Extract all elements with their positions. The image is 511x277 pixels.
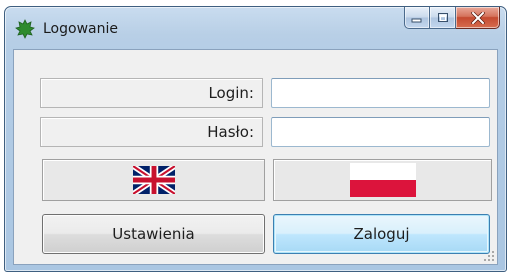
dialog-client-area: Login: Hasło: Ustawienia Zaloguj	[13, 49, 498, 265]
app-leaf-icon	[15, 19, 35, 39]
language-english-button[interactable]	[42, 159, 265, 201]
language-polish-button[interactable]	[273, 159, 492, 201]
maximize-icon	[437, 13, 448, 22]
window-controls	[404, 7, 500, 31]
login-button[interactable]: Zaloguj	[273, 214, 490, 254]
window-title: Logowanie	[43, 21, 118, 37]
uk-flag-icon	[132, 166, 175, 194]
resize-grip-icon[interactable]	[483, 250, 495, 262]
password-label: Hasło:	[40, 117, 263, 147]
title-bar[interactable]: Logowanie	[5, 7, 506, 49]
minimize-button[interactable]	[404, 7, 430, 29]
poland-flag-icon	[349, 163, 416, 197]
minimize-icon	[411, 18, 422, 22]
close-icon	[470, 11, 485, 24]
login-label: Login:	[40, 78, 263, 108]
settings-button[interactable]: Ustawienia	[42, 214, 265, 254]
login-window: Logowanie Login: Hasło: Ustawienia Zalog…	[4, 6, 507, 272]
close-button[interactable]	[456, 7, 500, 29]
password-field[interactable]	[271, 117, 490, 147]
login-field[interactable]	[271, 78, 490, 108]
maximize-button[interactable]	[430, 7, 456, 29]
